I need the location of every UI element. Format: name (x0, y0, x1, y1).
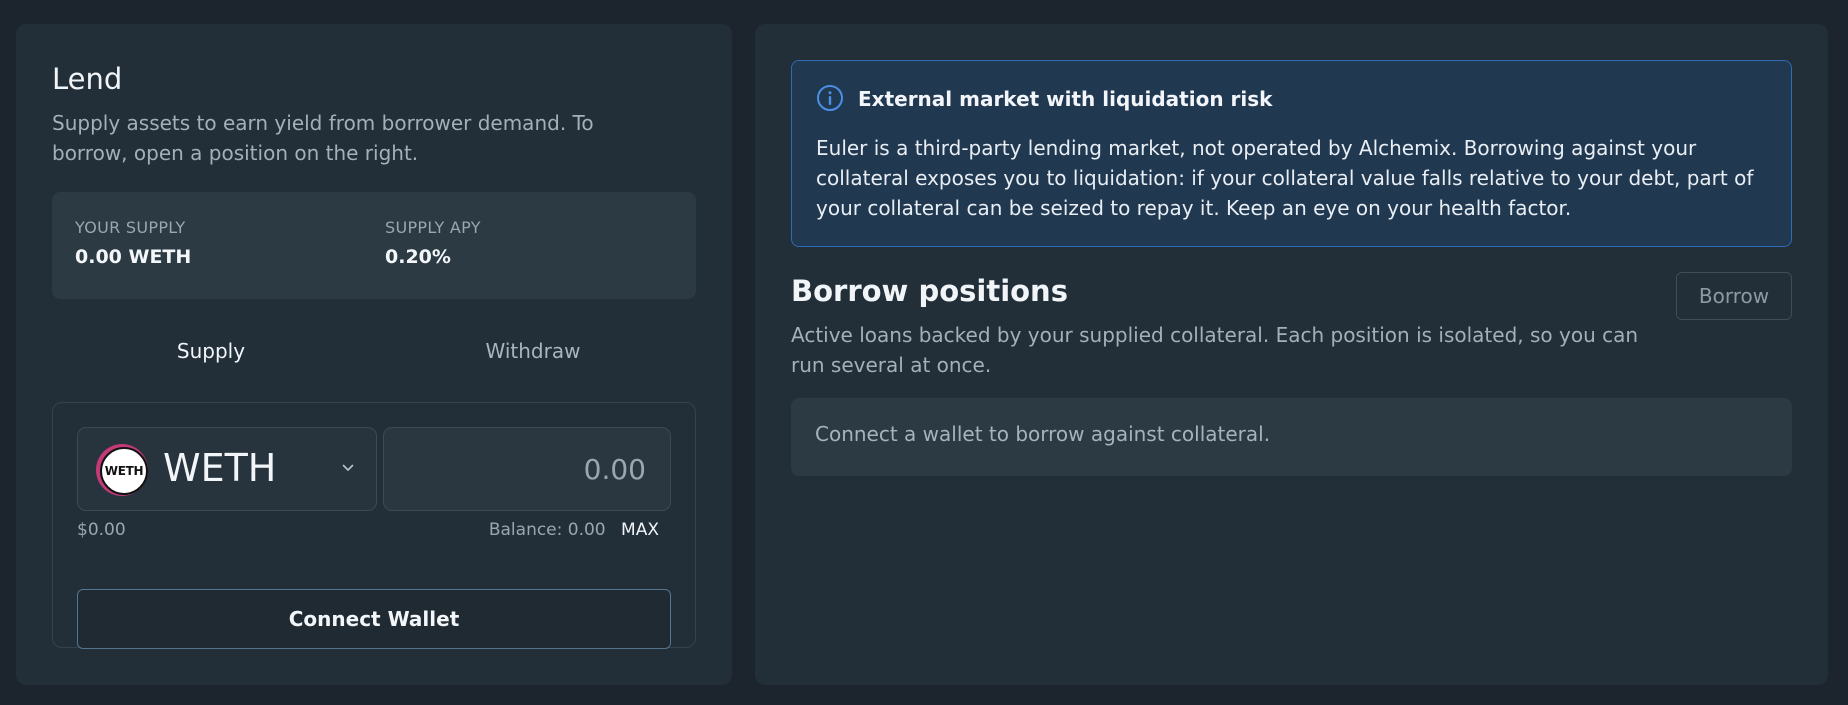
info-icon (817, 85, 843, 111)
balance-text: Balance: 0.00 (488, 520, 606, 540)
chevron-down-icon (342, 464, 354, 471)
supply-apy-value: 0.20% (385, 246, 451, 268)
token-symbol: WETH (163, 446, 277, 490)
token-select[interactable]: WETH WETH (77, 427, 377, 511)
borrow-empty-state: Connect a wallet to borrow against colla… (791, 398, 1792, 476)
token-logo-text: WETH (100, 447, 148, 495)
supply-apy-label: SUPPLY APY (385, 218, 481, 237)
your-supply-value: 0.00 WETH (75, 246, 192, 268)
borrow-positions-subtitle: Active loans backed by your supplied col… (791, 323, 1639, 377)
max-button[interactable]: MAX (621, 520, 659, 540)
your-supply-label: YOUR SUPPLY (75, 218, 186, 237)
warning-body: Euler is a third-party lending market, n… (816, 136, 1754, 220)
connect-wallet-button[interactable]: Connect Wallet (77, 589, 671, 649)
weth-token-icon: WETH (96, 444, 148, 496)
lend-card: Lend Supply assets to earn yield from bo… (16, 24, 732, 685)
lend-title: Lend (52, 62, 123, 96)
tab-withdraw[interactable]: Withdraw (433, 339, 633, 363)
your-supply-stat: YOUR SUPPLY 0.00 WETH (75, 218, 191, 268)
borrow-button[interactable]: Borrow (1676, 272, 1792, 320)
usd-value: $0.00 (77, 520, 126, 540)
supply-apy-stat: SUPPLY APY 0.20% (385, 218, 481, 268)
supply-form: WETH WETH $0.00 Balance: 0.00 MAX Connec… (52, 402, 696, 649)
amount-input[interactable] (383, 427, 671, 511)
page: Lend Supply assets to earn yield from bo… (0, 0, 1848, 705)
borrow-card: External market with liquidation risk Eu… (755, 24, 1828, 685)
tab-supply[interactable]: Supply (111, 339, 311, 363)
borrow-positions-title: Borrow positions (791, 274, 1068, 308)
supply-stats: YOUR SUPPLY 0.00 WETH SUPPLY APY 0.20% (52, 192, 696, 299)
balance-row: Balance: 0.00 MAX (489, 520, 659, 540)
lend-subtitle: Supply assets to earn yield from borrowe… (52, 111, 594, 165)
warning-title: External market with liquidation risk (858, 87, 1273, 111)
liquidation-warning: External market with liquidation risk Eu… (791, 60, 1792, 247)
